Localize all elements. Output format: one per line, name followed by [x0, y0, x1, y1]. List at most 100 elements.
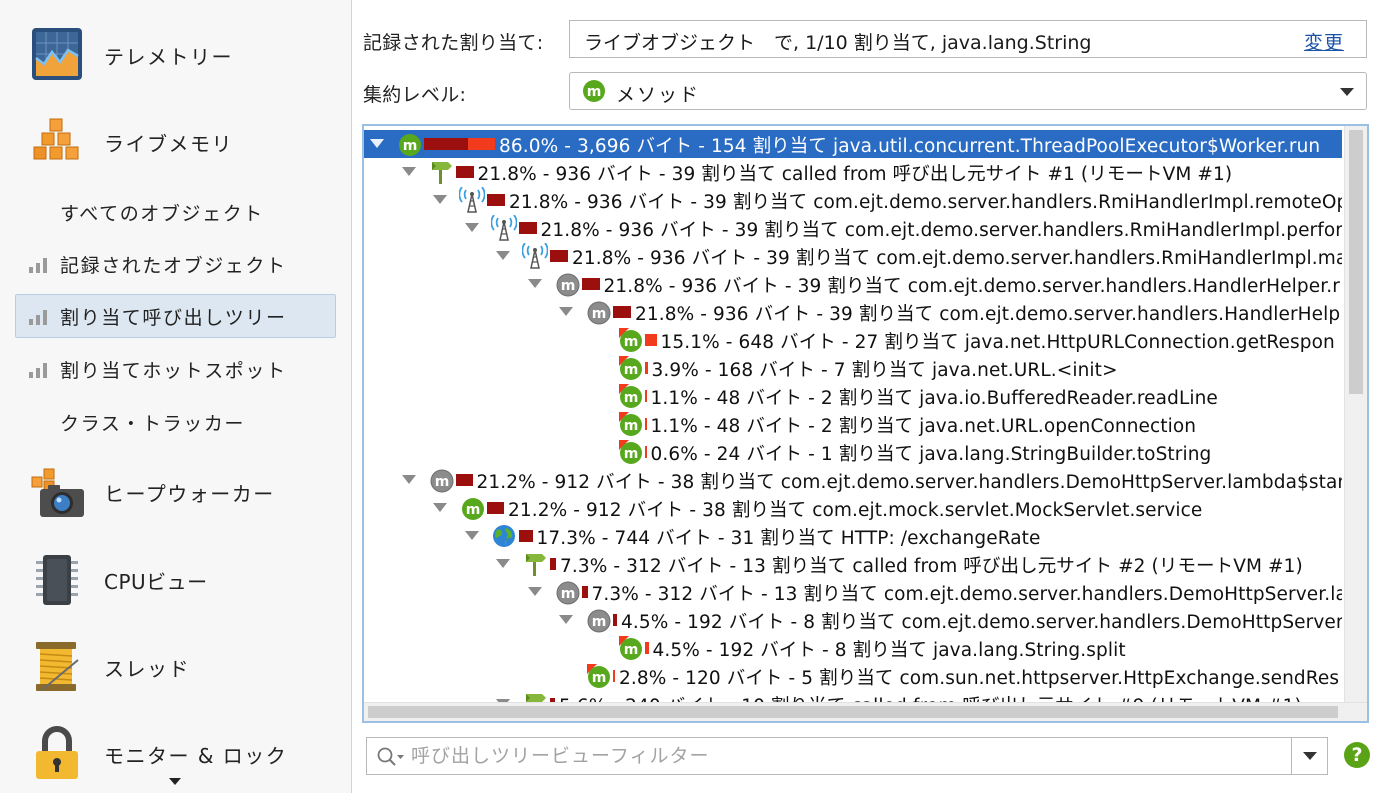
- sidebar-item-label: CPUビュー: [104, 569, 208, 594]
- expand-toggle-icon[interactable]: [496, 559, 510, 568]
- tree-row[interactable]: m 15.1% - 648 バイト - 27 割り当て java.net.Http…: [364, 326, 1342, 354]
- method-icon: m: [617, 355, 643, 381]
- tree-row[interactable]: m 7.3% - 312 バイト - 13 割り当て com.ejt.demo.s…: [364, 578, 1342, 606]
- svg-text:m: m: [466, 502, 481, 518]
- expand-toggle-icon[interactable]: [401, 475, 416, 484]
- svg-text:m: m: [623, 362, 638, 378]
- tree-row[interactable]: m 1.1% - 48 バイト - 2 割り当て java.io.Buffered…: [364, 382, 1342, 410]
- tree-row[interactable]: m 21.2% - 912 バイト - 38 割り当て com.ejt.demo.…: [364, 466, 1342, 494]
- sidebar-item-telemetry[interactable]: テレメトリー: [0, 15, 352, 95]
- tree-row-text: 1.1% - 48 バイト - 2 割り当て java.io.BufferedR…: [650, 388, 1218, 409]
- tree-row[interactable]: 7.3% - 312 バイト - 13 割り当て called from 呼び出…: [364, 550, 1342, 578]
- tree-row[interactable]: m 3.9% - 168 バイト - 7 割り当て java.net.URL.<i…: [364, 354, 1342, 382]
- http-request-icon: [491, 523, 517, 549]
- sidebar-item-allocation-call-tree[interactable]: 割り当て呼び出しツリー: [15, 294, 336, 338]
- expand-toggle-icon[interactable]: [370, 139, 384, 148]
- tree-row-text: 21.8% - 936 バイト - 39 割り当て com.ejt.demo.s…: [540, 220, 1343, 241]
- search-icon[interactable]: [376, 746, 406, 768]
- expand-toggle-icon[interactable]: [433, 503, 447, 512]
- expand-toggle-icon[interactable]: [527, 279, 542, 288]
- bar-chart-icon: [29, 258, 47, 273]
- filter-input[interactable]: [411, 742, 1281, 770]
- recorded-allocations-label: 記録された割り当て:: [363, 32, 544, 54]
- svg-text:m: m: [560, 586, 575, 602]
- sidebar-item-label: 割り当てホットスポット: [60, 359, 287, 382]
- tree-row[interactable]: 21.8% - 936 バイト - 39 割り当て called from 呼び…: [364, 158, 1342, 186]
- unprofiled-method-icon: m: [585, 299, 611, 325]
- change-link[interactable]: 変更: [1304, 28, 1344, 55]
- sidebar-item-live-memory[interactable]: ライブメモリ: [0, 102, 352, 182]
- allocation-bar: [518, 222, 537, 234]
- svg-text:m: m: [592, 306, 607, 322]
- sidebar-item-cpu-views[interactable]: CPUビュー: [0, 540, 352, 620]
- tree-row[interactable]: m 4.5% - 192 バイト - 8 割り当て com.ejt.demo.se…: [364, 606, 1342, 634]
- chevron-down-icon: [1303, 752, 1317, 760]
- expand-toggle-icon[interactable]: [559, 615, 573, 624]
- sidebar-item-allocation-hot-spots[interactable]: 割り当てホットスポット: [15, 347, 336, 391]
- recorded-allocations-field: ライブオブジェクト で, 1/10 割り当て, java.lang.String…: [569, 20, 1367, 58]
- allocation-bar: [644, 418, 647, 430]
- tree-row-text: 3.9% - 168 バイト - 7 割り当て java.net.URL.<in…: [651, 360, 1118, 381]
- sidebar-scroll-down-icon[interactable]: [169, 778, 181, 785]
- unprofiled-method-icon: m: [428, 467, 454, 493]
- tree-row[interactable]: m 4.5% - 192 バイト - 8 割り当て java.lang.Strin…: [364, 634, 1342, 662]
- tree-row-text: 2.8% - 120 バイト - 5 割り当て com.sun.net.http…: [619, 668, 1340, 689]
- sidebar-item-recorded-objects[interactable]: 記録されたオブジェクト: [15, 242, 336, 286]
- tree-row[interactable]: m 21.2% - 912 バイト - 38 割り当て com.ejt.mock.…: [364, 494, 1342, 522]
- aggregation-level-value: メソッド: [616, 84, 701, 106]
- main-panel: 記録された割り当て: ライブオブジェクト で, 1/10 割り当て, java.…: [353, 0, 1379, 793]
- expand-toggle-icon[interactable]: [464, 223, 479, 232]
- tree-row[interactable]: m 1.1% - 48 バイト - 2 割り当て java.net.URL.ope…: [364, 410, 1342, 438]
- allocation-bar: [581, 278, 600, 290]
- sidebar-item-all-objects[interactable]: すべてのオブジェクト: [15, 190, 336, 234]
- call-site-icon: [522, 551, 548, 577]
- sidebar-item-threads[interactable]: スレッド: [0, 627, 352, 707]
- cpu-chip-icon: [36, 555, 78, 605]
- svg-text:m: m: [403, 138, 418, 154]
- call-site-icon: [522, 691, 548, 702]
- call-tree-view[interactable]: m 86.0% - 3,696 バイト - 154 割り当て java.util.…: [362, 124, 1369, 723]
- tree-row[interactable]: m 21.8% - 936 バイト - 39 割り当て com.ejt.demo.…: [364, 298, 1342, 326]
- expand-toggle-icon[interactable]: [559, 307, 573, 316]
- expand-toggle-icon[interactable]: [433, 195, 447, 204]
- tree-row[interactable]: 5.6% - 240 バイト - 10 割り当て called from 呼び出…: [364, 690, 1342, 702]
- scrollbar-thumb[interactable]: [368, 706, 1338, 718]
- recorded-allocations-value: ライブオブジェクト で, 1/10 割り当て, java.lang.String: [584, 32, 1092, 54]
- live-memory-icon: [33, 118, 79, 160]
- heap-walker-icon: [31, 468, 84, 517]
- scrollbar-thumb[interactable]: [1349, 130, 1363, 394]
- expand-toggle-icon[interactable]: [527, 587, 542, 596]
- call-tree-filter: [366, 737, 1328, 775]
- allocation-bar: [487, 502, 504, 514]
- tree-row[interactable]: m 86.0% - 3,696 バイト - 154 割り当て java.util.…: [364, 130, 1342, 158]
- method-icon: m: [459, 495, 485, 521]
- tree-row-text: 21.2% - 912 バイト - 38 割り当て com.ejt.demo.s…: [476, 472, 1343, 493]
- call-tree[interactable]: m 86.0% - 3,696 バイト - 154 割り当て java.util.…: [364, 126, 1342, 702]
- method-icon: m: [617, 327, 643, 353]
- sidebar: テレメトリー ライブメモリ すべてのオブジェクト 記録されたオブジェクト 割り当…: [0, 0, 352, 793]
- tree-row[interactable]: 21.8% - 936 バイト - 39 割り当て com.ejt.demo.s…: [364, 214, 1342, 242]
- help-button[interactable]: ?: [1344, 742, 1370, 768]
- vertical-scrollbar[interactable]: [1344, 126, 1367, 702]
- svg-text:m: m: [434, 474, 449, 490]
- telemetry-icon: [32, 28, 82, 80]
- sidebar-item-heap-walker[interactable]: ヒープウォーカー: [0, 452, 352, 532]
- expand-toggle-icon[interactable]: [496, 251, 510, 260]
- padlock-icon: [36, 726, 78, 779]
- tree-row[interactable]: m 2.8% - 120 バイト - 5 割り当て com.sun.net.htt…: [364, 662, 1342, 690]
- allocation-bar: [644, 446, 647, 458]
- tree-row[interactable]: 21.8% - 936 バイト - 39 割り当て com.ejt.demo.s…: [364, 242, 1342, 270]
- sidebar-item-class-tracker[interactable]: クラス・トラッカー: [15, 400, 336, 444]
- horizontal-scrollbar[interactable]: [364, 702, 1367, 721]
- tree-row[interactable]: 17.3% - 744 バイト - 31 割り当て HTTP: /exchang…: [364, 522, 1342, 550]
- expand-toggle-icon[interactable]: [464, 531, 479, 540]
- sidebar-item-label: ヒープウォーカー: [104, 481, 275, 506]
- tree-row-text: 21.8% - 936 バイト - 39 割り当て com.ejt.demo.s…: [509, 192, 1342, 213]
- tree-row[interactable]: m 0.6% - 24 バイト - 1 割り当て java.lang.String…: [364, 438, 1342, 466]
- allocation-bar: [644, 390, 647, 402]
- expand-toggle-icon[interactable]: [401, 167, 416, 176]
- tree-row[interactable]: 21.8% - 936 バイト - 39 割り当て com.ejt.demo.s…: [364, 186, 1342, 214]
- aggregation-level-dropdown[interactable]: m メソッド: [569, 72, 1367, 110]
- tree-row[interactable]: m 21.8% - 936 バイト - 39 割り当て com.ejt.demo.…: [364, 270, 1342, 298]
- filter-history-dropdown[interactable]: [1291, 738, 1327, 774]
